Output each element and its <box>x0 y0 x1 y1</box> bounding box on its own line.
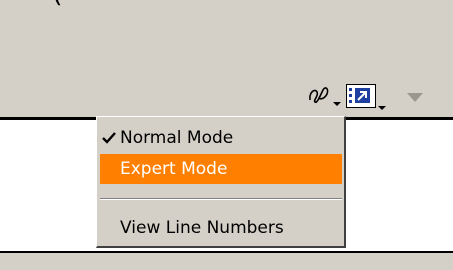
menu-item-label: View Line Numbers <box>120 218 284 238</box>
jump-to-icon <box>349 88 370 103</box>
checkmark-icon <box>102 132 116 144</box>
view-mode-menu: Normal Mode Expert Mode View Line Number… <box>96 116 346 248</box>
menu-item-view-line-numbers[interactable]: View Line Numbers <box>100 213 342 243</box>
chevron-down-icon <box>333 102 341 106</box>
panel-bottom-strip <box>0 251 453 270</box>
menu-item-expert-mode[interactable]: Expert Mode <box>100 154 342 184</box>
menu-item-normal-mode[interactable]: Normal Mode <box>100 123 342 153</box>
triangle-down-icon[interactable] <box>407 93 423 102</box>
menu-separator <box>100 198 342 200</box>
menu-item-label: Normal Mode <box>120 128 234 148</box>
script-assist-button[interactable] <box>307 82 341 106</box>
panel-toolbar: ( <box>0 0 453 117</box>
divider <box>0 251 453 253</box>
cropped-top-text: ( <box>52 0 63 9</box>
chevron-down-icon[interactable] <box>378 106 386 110</box>
code-outline-button[interactable] <box>346 84 376 108</box>
menu-item-label: Expert Mode <box>120 159 228 179</box>
